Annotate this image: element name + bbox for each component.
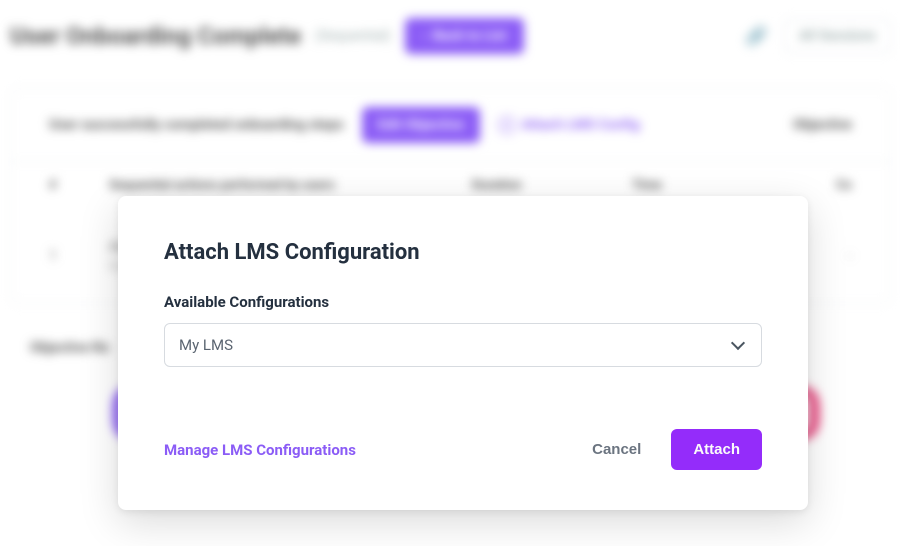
chevron-down-icon (731, 336, 745, 350)
chevron-left-icon: ‹ (423, 28, 427, 44)
col-time: Time (632, 178, 752, 193)
sessions-select[interactable]: All Sessions (784, 19, 891, 53)
col-co: Co (792, 178, 852, 193)
row-index: 1 (49, 248, 69, 264)
objective-label: Objective (793, 117, 852, 133)
available-configurations-label: Available Configurations (164, 293, 762, 311)
card-header: User successfully completed onboarding s… (11, 89, 890, 162)
edit-objective-button[interactable]: Edit Objective (362, 107, 480, 143)
manage-lms-configurations-link[interactable]: Manage LMS Configurations (164, 441, 356, 459)
objective-description: User successfully completed onboarding s… (49, 117, 344, 133)
attach-lms-modal: Attach LMS Configuration Available Confi… (118, 196, 808, 510)
cancel-button[interactable]: Cancel (592, 441, 641, 458)
link-icon[interactable]: 🔗 (745, 26, 767, 47)
header-right: 🔗 All Sessions (745, 19, 891, 53)
page-header: User Onboarding Complete (Sequential) ‹ … (10, 12, 891, 72)
back-to-list-label: Back to List (433, 28, 507, 44)
configuration-select[interactable]: My LMS (164, 323, 762, 367)
page-subtitle: (Sequential) (315, 28, 390, 44)
modal-actions: Cancel Attach (592, 429, 762, 470)
attach-button[interactable]: Attach (671, 429, 762, 470)
attach-lms-config-link[interactable]: Attach LMS Config (498, 116, 640, 134)
col-action: Sequential actions performed by users (109, 178, 432, 193)
modal-title: Attach LMS Configuration (164, 240, 762, 265)
page-title: User Onboarding Complete (10, 22, 301, 50)
col-index: # (49, 178, 69, 193)
configuration-selected-value: My LMS (179, 336, 233, 354)
back-to-list-button[interactable]: ‹ Back to List (405, 18, 525, 54)
col-duration: Duration (472, 178, 592, 193)
modal-footer: Manage LMS Configurations Cancel Attach (164, 429, 762, 470)
